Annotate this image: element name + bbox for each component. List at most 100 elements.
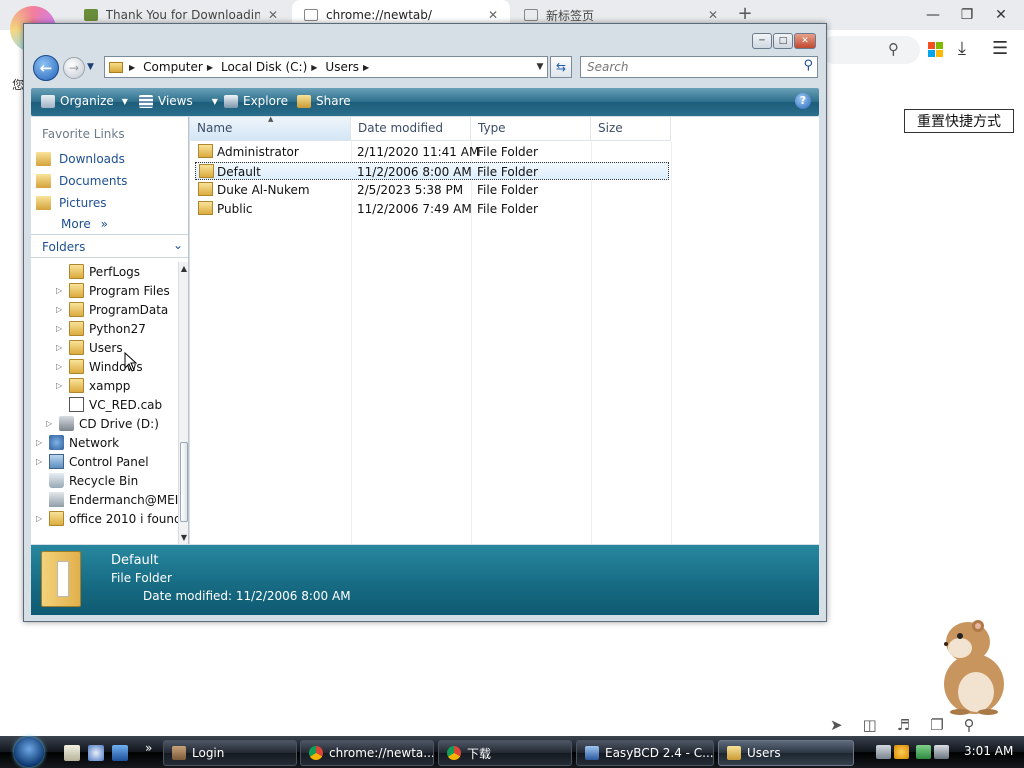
column-header-date-modified[interactable]: Date modified: [351, 117, 471, 141]
tree-item-xampp[interactable]: ▷ xampp: [56, 378, 130, 393]
breadcrumb-users[interactable]: Users ▶: [325, 60, 377, 74]
maximize-button[interactable]: □: [773, 33, 793, 49]
tab-close-icon[interactable]: ✕: [268, 8, 278, 22]
organize-button[interactable]: Organize ▼: [41, 94, 128, 108]
search-input[interactable]: Search ⚲: [580, 56, 818, 78]
expand-arrow-icon[interactable]: ▷: [56, 286, 64, 295]
recent-pages-dropdown-icon[interactable]: ▼: [87, 62, 94, 72]
taskbar-button-downloads[interactable]: 下载: [438, 740, 572, 766]
search-icon[interactable]: ⚲: [964, 716, 975, 734]
expand-arrow-icon[interactable]: ▷: [46, 419, 54, 428]
chevron-down-icon[interactable]: ⌄: [173, 238, 183, 252]
folders-header[interactable]: Folders ⌄: [31, 234, 188, 258]
new-tab-button[interactable]: +: [735, 4, 755, 24]
address-bar[interactable]: ▶ Computer ▶ Local Disk (C:) ▶ Users ▶ ▼: [104, 56, 548, 78]
rocket-icon[interactable]: ➤: [830, 716, 843, 734]
tree-item-vc-red-cab[interactable]: VC_RED.cab: [56, 397, 162, 412]
microsoft-icon[interactable]: [928, 42, 944, 58]
tab-label: 新标签页: [546, 8, 595, 23]
help-button[interactable]: ?: [795, 93, 811, 109]
expand-arrow-icon[interactable]: ▷: [56, 324, 64, 333]
taskbar-clock[interactable]: 3:01 AM: [964, 744, 1013, 758]
breadcrumb-arrow-icon[interactable]: ▶: [363, 63, 369, 72]
tree-item-office-2010[interactable]: ▷ office 2010 i found: [36, 511, 182, 526]
tree-item-python27[interactable]: ▷ Python27: [56, 321, 146, 336]
expand-arrow-icon[interactable]: ▷: [56, 362, 64, 371]
fav-link-downloads[interactable]: Downloads: [36, 152, 125, 166]
taskbar-button-users[interactable]: Users: [718, 740, 854, 766]
expand-arrow-icon[interactable]: ▷: [56, 305, 64, 314]
close-button[interactable]: ✕: [794, 33, 816, 49]
file-row-administrator[interactable]: Administrator 2/11/2020 11:41 AM File Fo…: [195, 143, 669, 161]
breadcrumb-local-disk[interactable]: Local Disk (C:) ▶: [221, 60, 325, 74]
volume-muted-icon[interactable]: [934, 745, 949, 759]
expand-arrow-icon[interactable]: ▷: [56, 343, 64, 352]
column-header-name[interactable]: Name ▲: [190, 115, 351, 141]
tree-item-program-files[interactable]: ▷ Program Files: [56, 283, 170, 298]
menu-icon[interactable]: ☰: [992, 38, 1008, 59]
fav-link-pictures[interactable]: Pictures: [36, 196, 107, 210]
browser-maximize-button[interactable]: ❐: [952, 4, 982, 26]
expand-arrow-icon[interactable]: ▷: [36, 457, 44, 466]
taskbar-button-easybcd[interactable]: EasyBCD 2.4 - C...: [576, 740, 714, 766]
taskbar-button-chrome-newtab[interactable]: chrome://newta...: [300, 740, 434, 766]
download-icon[interactable]: ⤓: [958, 38, 966, 59]
speaker-icon[interactable]: ♬: [897, 716, 910, 734]
breadcrumb-computer[interactable]: Computer ▶: [143, 60, 221, 74]
scrollbar-thumb[interactable]: [180, 442, 188, 522]
browser-omnibox[interactable]: [820, 36, 920, 64]
tray-search-icon[interactable]: [894, 745, 909, 759]
scroll-up-icon[interactable]: ▲: [179, 264, 188, 273]
tray-app-icon[interactable]: [876, 745, 891, 759]
column-header-size[interactable]: Size: [591, 117, 671, 141]
tree-item-recycle-bin[interactable]: Recycle Bin: [36, 473, 138, 488]
address-dropdown-icon[interactable]: ▼: [533, 62, 547, 72]
quicklaunch-ie-icon[interactable]: [88, 745, 104, 761]
breadcrumb-root-arrow[interactable]: ▶: [129, 63, 143, 72]
quicklaunch-desktop-icon[interactable]: [64, 745, 80, 761]
window-icon[interactable]: ❐: [930, 716, 943, 734]
search-icon[interactable]: ⚲: [888, 40, 899, 58]
column-header-type[interactable]: Type: [471, 117, 591, 141]
browser-minimize-button[interactable]: —: [918, 4, 948, 26]
tree-scrollbar[interactable]: ▲ ▼: [178, 262, 188, 544]
scroll-down-icon[interactable]: ▼: [179, 533, 188, 542]
tree-item-user-folder[interactable]: Endermanch@MEI: [36, 492, 178, 507]
file-name: Duke Al-Nukem: [217, 183, 310, 197]
tree-item-perflogs[interactable]: PerfLogs: [56, 264, 140, 279]
start-button[interactable]: [4, 736, 48, 768]
views-button[interactable]: Views ▼: [139, 94, 218, 108]
quicklaunch-more-icon[interactable]: »: [145, 741, 152, 755]
browser-close-button[interactable]: ✕: [986, 4, 1016, 26]
breadcrumb-arrow-icon[interactable]: ▶: [207, 63, 213, 72]
tree-item-control-panel[interactable]: ▷ Control Panel: [36, 454, 149, 469]
breadcrumb-arrow-icon[interactable]: ▶: [311, 63, 317, 72]
tab-close-icon[interactable]: ✕: [708, 8, 718, 22]
refresh-button[interactable]: ⇆: [550, 56, 572, 78]
fav-link-documents[interactable]: Documents: [36, 174, 127, 188]
tree-item-users[interactable]: ▷ Users: [56, 340, 123, 355]
file-row-default[interactable]: Default 11/2/2006 8:00 AM File Folder: [195, 162, 669, 180]
tree-item-cd-drive[interactable]: ▷ CD Drive (D:): [46, 416, 159, 431]
back-button[interactable]: ←: [33, 55, 59, 81]
search-icon[interactable]: ⚲: [803, 58, 813, 73]
more-links-button[interactable]: More »: [61, 217, 108, 231]
taskbar-button-login[interactable]: Login: [163, 740, 297, 766]
cab-file-icon: [69, 397, 84, 412]
quicklaunch-switch-windows-icon[interactable]: [112, 745, 128, 761]
expand-arrow-icon[interactable]: ▷: [56, 381, 64, 390]
trash-icon[interactable]: ◫: [863, 716, 877, 734]
expand-arrow-icon[interactable]: ▷: [36, 438, 44, 447]
tree-item-programdata[interactable]: ▷ ProgramData: [56, 302, 168, 317]
file-row-duke-al-nukem[interactable]: Duke Al-Nukem 2/5/2023 5:38 PM File Fold…: [195, 181, 669, 199]
tab-close-icon[interactable]: ✕: [488, 8, 498, 22]
minimize-button[interactable]: ─: [752, 33, 772, 49]
network-status-icon[interactable]: [916, 745, 931, 759]
file-row-public[interactable]: Public 11/2/2006 7:49 AM File Folder: [195, 200, 669, 218]
explore-button[interactable]: Explore: [224, 94, 288, 108]
expand-arrow-icon[interactable]: ▷: [36, 514, 44, 523]
forward-button[interactable]: →: [63, 57, 85, 79]
reset-shortcuts-button[interactable]: 重置快捷方式: [904, 109, 1014, 133]
share-button[interactable]: Share: [297, 94, 351, 108]
tree-item-network[interactable]: ▷ Network: [36, 435, 119, 450]
